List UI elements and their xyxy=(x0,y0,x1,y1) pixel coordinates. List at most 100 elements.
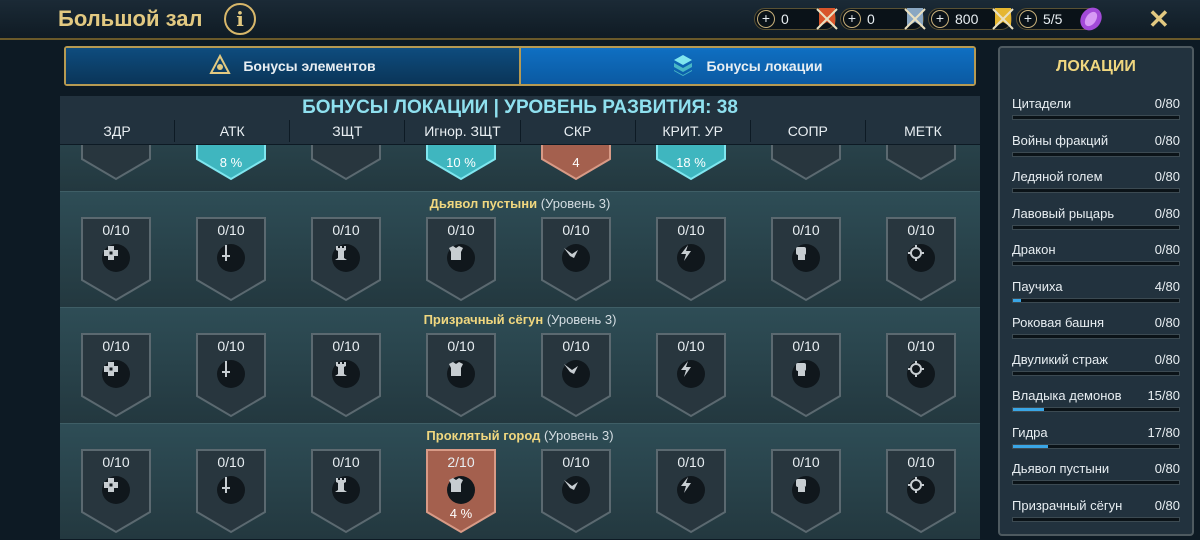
sidebar-item[interactable]: Войны фракций 0/80 xyxy=(1012,131,1180,161)
location-name: Дьявол пустыни xyxy=(1012,461,1110,476)
bonus-grid[interactable]: 8 % 10 % 4 18 % Дьявол пустыни (Уровень 3) 0/… xyxy=(60,145,980,540)
top-bar: Большой зал i +0 +0 +800 +5/5 ✕ xyxy=(0,0,1200,40)
fist-icon xyxy=(792,244,820,272)
bonus-slot[interactable]: 2/10 4 % xyxy=(425,448,497,534)
location-section: Призрачный сёгун (Уровень 3) 0/10 0/10 0/10… xyxy=(60,307,980,423)
bonus-slot[interactable]: 0/10 xyxy=(885,332,957,418)
resource-counter: +800 xyxy=(928,8,1014,30)
slot-count: 0/10 xyxy=(102,454,130,470)
sidebar-item[interactable]: Призрачный сёгун 0/80 xyxy=(1012,496,1180,526)
slot-count: 0/10 xyxy=(677,454,705,470)
bonus-slot[interactable]: 0/10 xyxy=(540,216,612,302)
slot-count: 0/10 xyxy=(792,222,820,238)
bonus-slot[interactable]: 0/10 xyxy=(195,332,267,418)
info-icon[interactable]: i xyxy=(224,3,256,35)
sidebar-item[interactable]: Роковая башня 0/80 xyxy=(1012,313,1180,343)
bonus-slot[interactable]: 0/10 xyxy=(80,216,152,302)
section-level: (Уровень 3) xyxy=(546,312,617,327)
close-icon[interactable]: ✕ xyxy=(1148,4,1170,35)
progress-bar xyxy=(1012,224,1180,230)
location-name: Войны фракций xyxy=(1012,132,1109,148)
bonus-slot[interactable]: 4 xyxy=(540,145,612,181)
health-icon xyxy=(102,244,130,272)
bonus-slot[interactable]: 0/10 xyxy=(770,216,842,302)
tab-element-bonuses[interactable]: Бонусы элементов xyxy=(66,48,519,84)
slot-count: 0/10 xyxy=(677,222,705,238)
bonus-slot[interactable] xyxy=(770,145,842,181)
location-count: 0/80 xyxy=(1154,96,1180,111)
bonus-slot[interactable]: 0/10 xyxy=(540,448,612,534)
column-header: СКР xyxy=(521,120,636,142)
bonus-slot[interactable]: 18 % xyxy=(655,145,727,181)
bonus-slot[interactable]: 0/10 xyxy=(770,448,842,534)
purple-gem-icon xyxy=(1077,5,1105,33)
slot-count: 0/10 xyxy=(332,454,360,470)
progress-bar xyxy=(1012,334,1180,339)
resource-value: 800 xyxy=(955,11,979,27)
location-count: 0/80 xyxy=(1154,351,1180,367)
bonus-slot[interactable]: 0/10 xyxy=(80,448,152,534)
lightning-icon xyxy=(677,360,705,388)
plus-icon[interactable]: + xyxy=(843,10,861,28)
red-banner-icon xyxy=(813,5,841,33)
target-icon xyxy=(907,360,935,388)
resource-counter: +5/5 xyxy=(1016,7,1102,31)
progress-bar xyxy=(1012,188,1180,193)
bonus-slot[interactable]: 10 % xyxy=(425,145,497,181)
location-name: Ледяной голем xyxy=(1012,169,1103,184)
fist-icon xyxy=(792,476,820,504)
sidebar-item[interactable]: Ледяной голем 0/80 xyxy=(1012,167,1180,197)
progress-bar xyxy=(1012,407,1180,412)
slot-bonus: 8 % xyxy=(219,155,243,170)
location-count: 0/80 xyxy=(1154,132,1180,148)
sidebar-item[interactable]: Дьявол пустыни 0/80 xyxy=(1012,459,1180,489)
bonus-slot[interactable]: 0/10 xyxy=(885,216,957,302)
sidebar-item[interactable]: Паучиха 4/80 xyxy=(1012,277,1180,307)
bonus-slot[interactable]: 0/10 xyxy=(80,332,152,418)
plus-icon[interactable]: + xyxy=(931,10,949,28)
bonus-slot[interactable]: 0/10 xyxy=(310,448,382,534)
resource-counter: +0 xyxy=(754,8,838,30)
bonus-slot[interactable]: 0/10 xyxy=(425,332,497,418)
location-icon xyxy=(672,54,694,79)
bonus-slot[interactable]: 0/10 xyxy=(770,332,842,418)
tab-bar: Бонусы элементов Бонусы локации xyxy=(64,46,976,86)
sidebar-title: ЛОКАЦИИ xyxy=(1056,58,1136,75)
slot-count: 0/10 xyxy=(562,338,590,354)
sidebar-item[interactable]: Двуликий страж 0/80 xyxy=(1012,350,1180,380)
slot-count: 0/10 xyxy=(907,454,935,470)
bonus-slot[interactable]: 0/10 xyxy=(655,332,727,418)
locations-sidebar[interactable]: ЛОКАЦИИ Цитадели 0/80 Войны фракций 0/80 Лед… xyxy=(998,46,1194,536)
bonus-slot[interactable]: 8 % xyxy=(195,145,267,181)
progress-bar xyxy=(1012,261,1180,266)
armor-icon xyxy=(447,244,475,272)
tab-location-bonuses[interactable]: Бонусы локации xyxy=(519,48,974,84)
bonus-slot[interactable] xyxy=(885,145,957,181)
tab-label: Бонусы локации xyxy=(706,58,823,74)
bonus-slot[interactable]: 0/10 xyxy=(310,216,382,302)
plus-icon[interactable]: + xyxy=(1019,10,1037,28)
bonus-slot[interactable] xyxy=(310,145,382,181)
summary-row: 8 % 10 % 4 18 % xyxy=(60,145,980,191)
sword-icon xyxy=(217,476,245,504)
location-section: Проклятый город (Уровень 3) 0/10 0/10 0/10 2… xyxy=(60,423,980,539)
plus-icon[interactable]: + xyxy=(757,10,775,28)
bonus-slot[interactable]: 0/10 xyxy=(655,448,727,534)
slot-count: 0/10 xyxy=(447,222,475,238)
sidebar-item[interactable]: Лавовый рыцарь 0/80 xyxy=(1012,204,1180,234)
sidebar-item[interactable]: Дракон 0/80 xyxy=(1012,240,1180,270)
bonus-slot[interactable]: 0/10 xyxy=(310,332,382,418)
bonus-slot[interactable]: 0/10 xyxy=(655,216,727,302)
sidebar-item[interactable]: Цитадели 0/80 xyxy=(1012,94,1180,124)
sidebar-item[interactable]: Гидра 17/80 xyxy=(1012,423,1180,453)
column-header: АТК xyxy=(175,120,291,142)
slot-bonus: 4 xyxy=(572,155,580,170)
progress-fill xyxy=(1013,298,1022,302)
bonus-slot[interactable]: 0/10 xyxy=(425,216,497,302)
bonus-slot[interactable]: 0/10 xyxy=(885,448,957,534)
sidebar-item[interactable]: Владыка демонов 15/80 xyxy=(1012,386,1180,416)
bonus-slot[interactable]: 0/10 xyxy=(195,216,267,302)
bonus-slot[interactable] xyxy=(80,145,152,181)
bonus-slot[interactable]: 0/10 xyxy=(540,332,612,418)
bonus-slot[interactable]: 0/10 xyxy=(195,448,267,534)
